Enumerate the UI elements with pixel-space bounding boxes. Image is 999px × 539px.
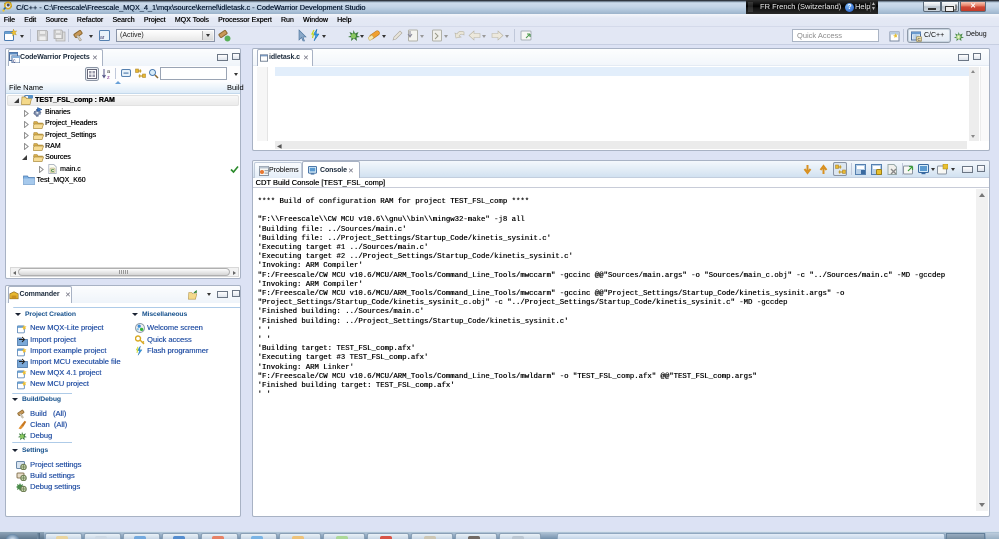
svg-text:z: z [107, 75, 110, 80]
svg-text:c: c [51, 168, 54, 174]
svg-text:ar: ar [100, 35, 105, 41]
